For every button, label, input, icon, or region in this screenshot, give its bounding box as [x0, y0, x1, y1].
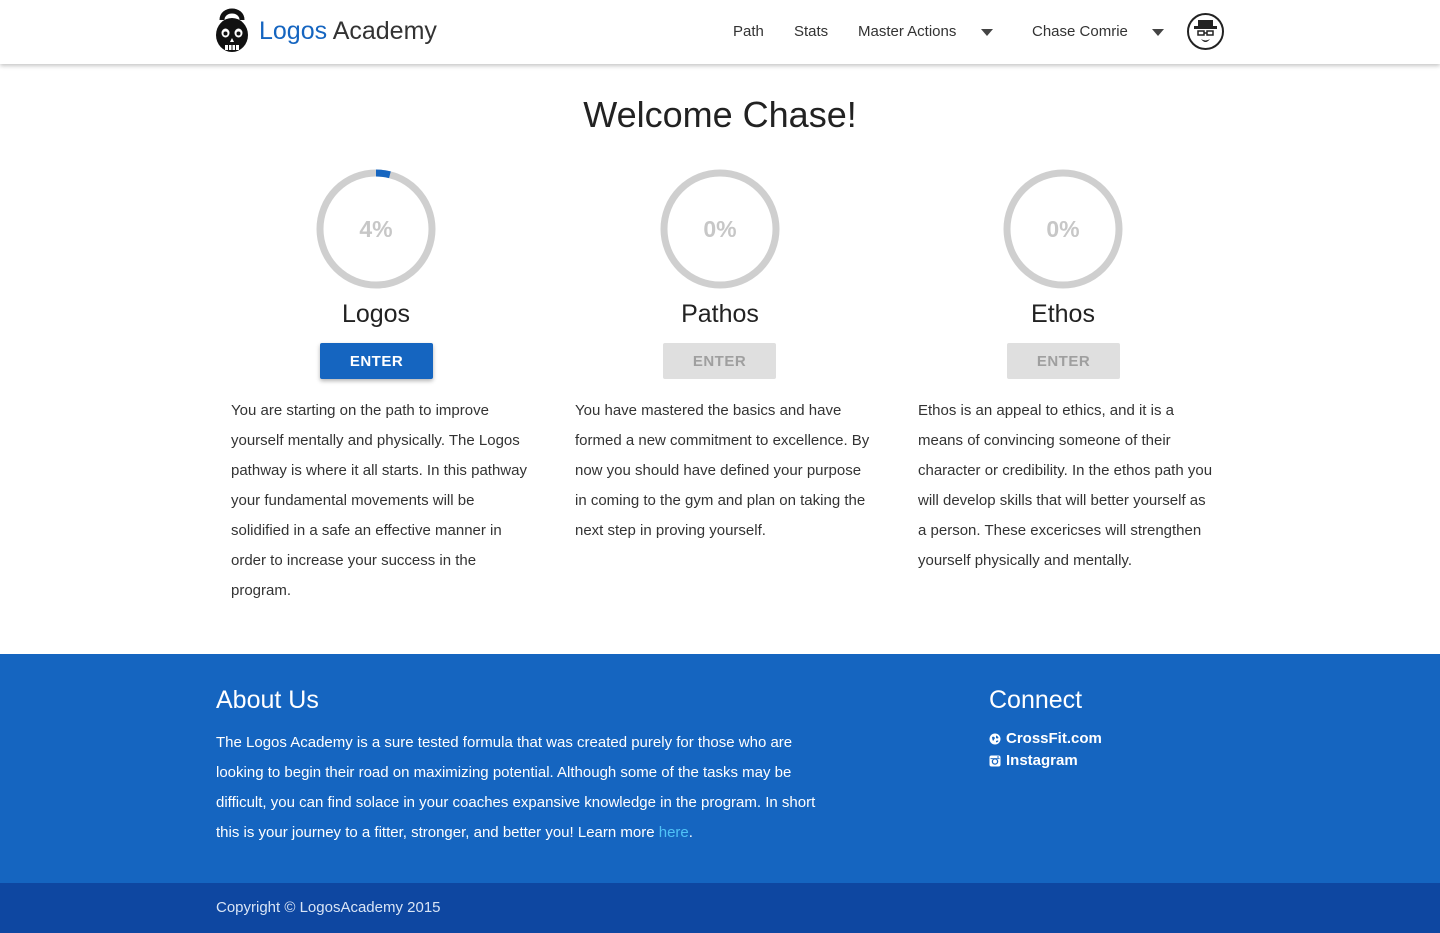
about-us-body: The Logos Academy is a sure tested formu…: [216, 734, 816, 841]
copyright-bar: Copyright © LogosAcademy 2015: [0, 883, 1440, 933]
footer: About Us The Logos Academy is a sure tes…: [0, 654, 1440, 883]
nav-master-actions-dropdown[interactable]: Master Actions: [858, 22, 956, 42]
connect-links: CrossFit.com Instagram: [989, 728, 1102, 772]
brand-name-part1: Logos: [259, 16, 328, 45]
connect-item-crossfit: CrossFit.com: [989, 728, 1102, 750]
nav-path-link[interactable]: Path: [733, 22, 764, 42]
path-description: You have mastered the basics and have fo…: [575, 402, 870, 539]
nav-user-dropdown[interactable]: Chase Comrie: [1032, 22, 1128, 42]
connect-heading: Connect: [989, 686, 1083, 714]
path-description: You are starting on the path to improve …: [231, 402, 527, 599]
enter-pathos-button: ENTER: [663, 343, 776, 379]
progress-percent: 4%: [359, 216, 393, 242]
progress-percent: 0%: [1046, 216, 1080, 242]
brand-name-part2: Academy: [332, 16, 437, 45]
path-title: Logos: [341, 300, 411, 328]
nav-stats-link[interactable]: Stats: [794, 22, 828, 42]
copyright-text: Copyright © LogosAcademy 2015: [216, 899, 441, 916]
user-caret-down-icon[interactable]: [1152, 29, 1164, 36]
welcome-heading: Welcome Chase!: [583, 94, 857, 135]
user-avatar[interactable]: [1187, 13, 1224, 50]
kettlebell-skull-icon: [216, 8, 248, 52]
heisenberg-avatar-icon: [1194, 20, 1217, 42]
progress-percent: 0%: [703, 216, 737, 242]
globe-icon: [989, 733, 1001, 745]
path-title: Pathos: [681, 300, 759, 328]
master-actions-caret-down-icon[interactable]: [981, 29, 993, 36]
path-title: Ethos: [1031, 300, 1095, 328]
crossfit-link[interactable]: CrossFit.com: [1006, 728, 1102, 750]
connect-item-instagram: Instagram: [989, 750, 1102, 772]
enter-ethos-button: ENTER: [1007, 343, 1120, 379]
path-description: Ethos is an appeal to ethics, and it is …: [918, 402, 1213, 569]
brand-link[interactable]: Logos Academy: [214, 6, 437, 56]
brand-name: Logos Academy: [259, 17, 437, 46]
instagram-icon: [989, 755, 1001, 767]
top-navbar: Logos Academy Path Stats Master Actions …: [0, 0, 1440, 64]
learn-more-link[interactable]: here: [659, 824, 689, 841]
about-us-heading: About Us: [216, 686, 319, 714]
about-us-text: The Logos Academy is a sure tested formu…: [216, 728, 816, 848]
instagram-link[interactable]: Instagram: [1006, 750, 1078, 772]
about-us-period: .: [688, 824, 693, 841]
enter-logos-button[interactable]: ENTER: [320, 343, 433, 379]
